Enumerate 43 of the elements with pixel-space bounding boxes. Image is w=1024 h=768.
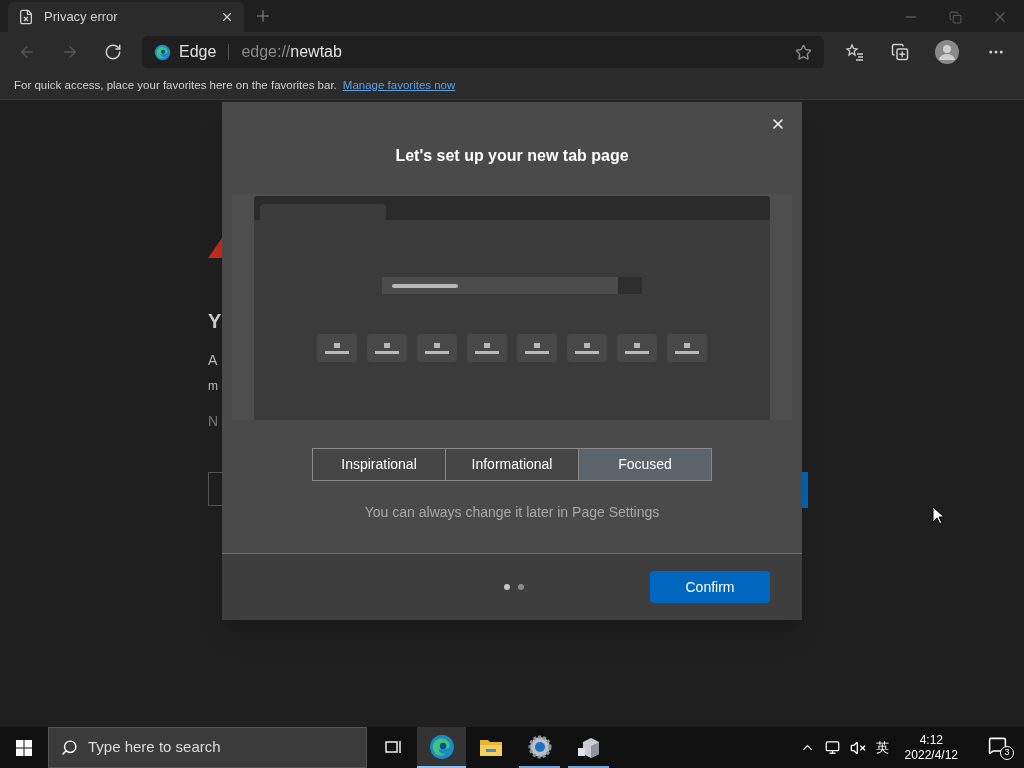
- task-view-icon: [383, 738, 402, 755]
- taskbar-app[interactable]: [417, 727, 466, 768]
- page-text: m: [208, 378, 218, 395]
- notifications-icon[interactable]: [988, 735, 1007, 755]
- mouse-cursor-icon: [932, 506, 944, 525]
- refresh-icon[interactable]: [104, 43, 122, 61]
- search-placeholder: Type here to search: [88, 737, 221, 758]
- gear-icon: [526, 733, 553, 760]
- layout-option[interactable]: Inspirational: [312, 448, 446, 481]
- url-text: edge://newtab: [241, 42, 342, 62]
- manage-favorites-link[interactable]: Manage favorites now: [342, 76, 456, 95]
- windows-logo-icon: [16, 739, 32, 756]
- taskbar-search-field[interactable]: Type here to search: [48, 727, 367, 768]
- network-icon[interactable]: [824, 740, 840, 755]
- close-icon[interactable]: [220, 10, 234, 24]
- input-method-indicator[interactable]: 英: [875, 737, 889, 758]
- favorites-icon[interactable]: [846, 43, 864, 61]
- browser-tab[interactable]: Privacy error: [8, 2, 244, 32]
- tab-title: Privacy error: [44, 8, 119, 27]
- clock[interactable]: 4:12 2022/4/12: [898, 732, 964, 763]
- collections-icon[interactable]: [891, 43, 909, 61]
- clock-time: 4:12: [919, 732, 943, 748]
- add-favorite-icon[interactable]: [795, 43, 812, 61]
- dialog-title: Let's set up your new tab page: [395, 146, 629, 166]
- hint-text: You can always change it later in Page Settings: [364, 503, 660, 522]
- profile-avatar-icon[interactable]: [935, 40, 959, 64]
- volume-muted-icon[interactable]: [849, 739, 866, 756]
- page-text: A: [208, 351, 218, 370]
- edge-logo-icon: [154, 43, 171, 61]
- layout-option[interactable]: Focused: [578, 448, 712, 481]
- site-label: Edge: [179, 42, 217, 62]
- search-icon: [61, 739, 78, 756]
- confirm-button[interactable]: Confirm: [650, 571, 770, 603]
- layout-option[interactable]: Informational: [445, 448, 579, 481]
- favorites-bar-message: For quick access, place your favorites here on the favorites bar.: [14, 77, 337, 93]
- page-note: N: [208, 412, 219, 431]
- address-bar[interactable]: Edge edge://newtab: [142, 36, 824, 68]
- page-heading: Y: [208, 309, 222, 334]
- notification-badge: 3: [1000, 745, 1014, 760]
- edge-logo-icon: [428, 733, 455, 760]
- device-icon: [576, 735, 601, 758]
- clock-date: 2022/4/12: [904, 747, 958, 763]
- page-error-icon: [18, 9, 34, 25]
